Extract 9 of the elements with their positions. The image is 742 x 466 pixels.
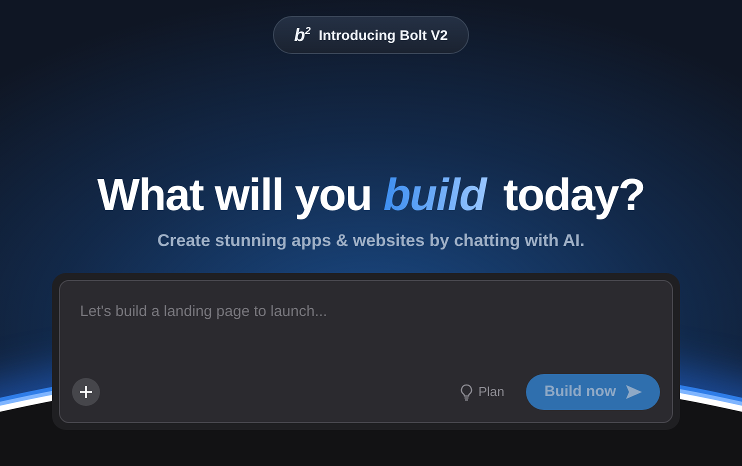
lightbulb-icon: [460, 384, 474, 400]
send-icon: [626, 385, 642, 399]
logo: b$^{2}$: [294, 26, 311, 44]
plus-icon: [80, 386, 92, 398]
headline: What will you build today?: [97, 170, 645, 220]
plan-button[interactable]: Plan: [454, 381, 510, 403]
announcement-badge[interactable]: b$^{2}$ Introducing Bolt V2: [273, 16, 469, 54]
subtitle: Create stunning apps & websites by chatting with AI.: [157, 230, 585, 252]
add-button[interactable]: [72, 378, 100, 406]
